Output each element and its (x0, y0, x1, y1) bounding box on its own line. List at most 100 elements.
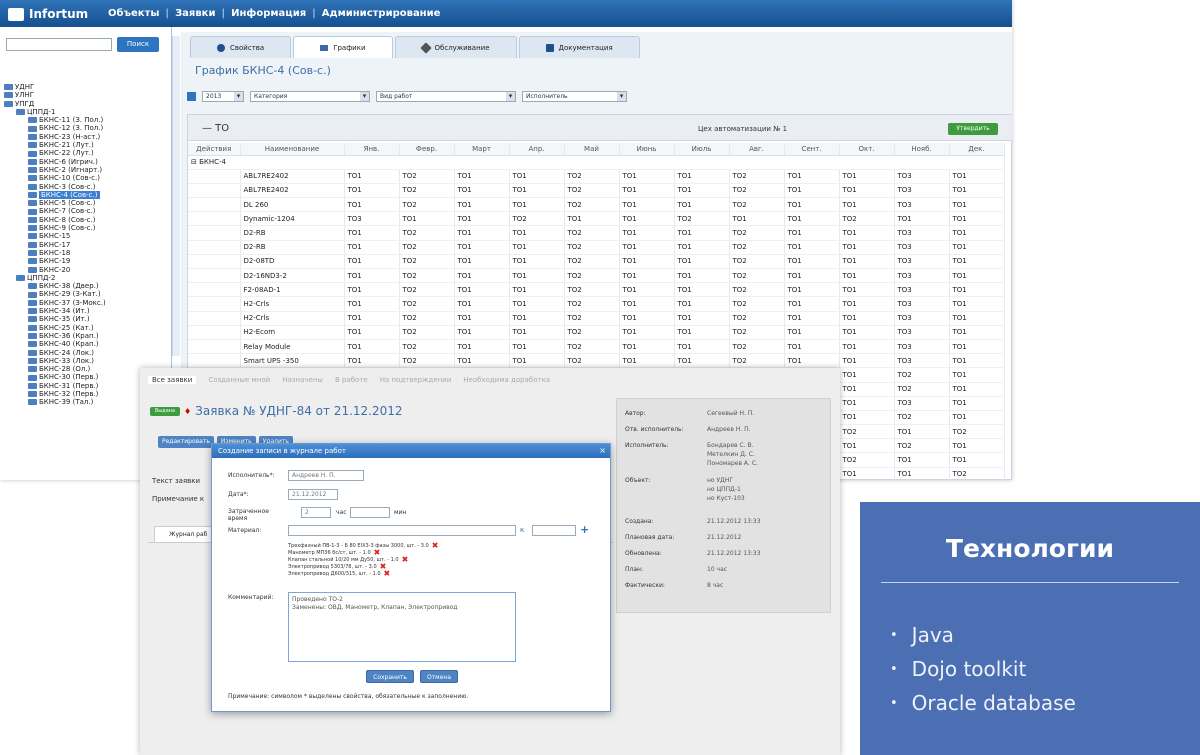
tree-item[interactable]: БКНС-38 (Двер.) (4, 282, 170, 290)
maintenance-cell[interactable]: ТО1 (839, 240, 895, 255)
executor-select[interactable]: Исполнитель (522, 91, 627, 102)
maintenance-cell[interactable]: ТО1 (619, 353, 675, 369)
maintenance-cell[interactable]: ТО1 (949, 367, 1005, 383)
maintenance-cell[interactable]: ТО1 (839, 197, 895, 213)
maintenance-cell[interactable]: ТО3 (894, 396, 950, 411)
maintenance-cell[interactable]: ТО1 (674, 268, 730, 284)
maintenance-cell[interactable]: ТО3 (894, 353, 950, 369)
maintenance-cell[interactable]: ТО1 (454, 268, 510, 284)
hours-field[interactable]: 2 (301, 507, 331, 518)
maintenance-cell[interactable]: ТО1 (509, 296, 565, 312)
maintenance-cell[interactable]: ТО1 (949, 211, 1005, 227)
maintenance-cell[interactable]: ТО2 (399, 311, 455, 326)
maintenance-cell[interactable]: ТО2 (564, 325, 620, 340)
actions-cell[interactable] (188, 197, 241, 213)
actions-cell[interactable] (188, 240, 241, 255)
search-button[interactable]: Поиск (117, 37, 159, 52)
maintenance-cell[interactable]: ТО3 (894, 183, 950, 199)
maintenance-cell[interactable]: ТО2 (399, 197, 455, 213)
table-row[interactable]: D2-RB ТО1 ТО2 ТО1 ТО1 ТО2 ТО1 ТО1 ТО2 ТО1 ТО1 ТО3 ТО… (188, 225, 1005, 241)
maintenance-cell[interactable]: ТО3 (894, 225, 950, 241)
tree-item[interactable]: БКНС-34 (Ит.) (4, 307, 170, 315)
maintenance-cell[interactable]: ТО3 (894, 325, 950, 340)
maintenance-cell[interactable]: ТО2 (399, 169, 455, 184)
maintenance-cell[interactable]: ТО1 (454, 254, 510, 270)
maintenance-cell[interactable]: ТО1 (784, 225, 840, 241)
table-row[interactable]: D2-16ND3-2 ТО1 ТО2 ТО1 ТО1 ТО2 ТО1 ТО1 ТО2 ТО1 ТО1… (188, 268, 1005, 284)
menu-item-admin[interactable]: Администрирование (322, 8, 441, 19)
maintenance-cell[interactable]: ТО1 (894, 452, 950, 468)
tree-item[interactable]: БКНС-21 (Лут.) (4, 141, 170, 149)
maintenance-cell[interactable]: ТО1 (839, 396, 895, 411)
maintenance-cell[interactable]: ТО1 (619, 254, 675, 270)
maintenance-cell[interactable]: ТО1 (619, 197, 675, 213)
remove-icon[interactable]: ✖ (402, 555, 409, 564)
maintenance-cell[interactable]: ТО1 (344, 169, 400, 184)
maintenance-cell[interactable]: ТО2 (564, 339, 620, 355)
maintenance-cell[interactable]: ТО1 (784, 353, 840, 369)
maintenance-cell[interactable]: ТО1 (509, 254, 565, 270)
maintenance-cell[interactable]: ТО2 (894, 438, 950, 454)
tree-item[interactable]: БКНС-19 (4, 257, 170, 265)
maintenance-cell[interactable]: ТО1 (454, 169, 510, 184)
maintenance-cell[interactable]: ТО1 (674, 311, 730, 326)
actions-cell[interactable] (188, 211, 241, 227)
tree-item[interactable]: БКНС-24 (Лок.) (4, 349, 170, 357)
filter-icon[interactable] (187, 92, 196, 101)
maintenance-cell[interactable]: ТО1 (949, 225, 1005, 241)
maintenance-cell[interactable]: ТО1 (454, 353, 510, 369)
column-header[interactable]: Окт. (839, 143, 895, 156)
search-input[interactable] (6, 38, 112, 51)
maintenance-cell[interactable]: ТО1 (674, 197, 730, 213)
tab-all-requests[interactable]: Все заявки (148, 376, 197, 384)
maintenance-cell[interactable]: ТО1 (509, 268, 565, 284)
column-header[interactable]: Дек. (949, 143, 1005, 156)
maintenance-cell[interactable]: ТО1 (674, 353, 730, 369)
maintenance-cell[interactable]: ТО1 (344, 254, 400, 270)
tab-documents[interactable]: Документация (518, 36, 640, 58)
tab-work-journal[interactable]: Журнал раб (154, 526, 214, 542)
maintenance-cell[interactable]: ТО2 (399, 225, 455, 241)
actions-cell[interactable] (188, 296, 241, 312)
table-row[interactable]: D2-RB ТО1 ТО2 ТО1 ТО1 ТО2 ТО1 ТО1 ТО2 ТО1 ТО1 ТО3 ТО… (188, 240, 1005, 255)
maintenance-cell[interactable]: ТО1 (949, 396, 1005, 411)
expand-icon[interactable]: ⊟ (191, 158, 199, 166)
maintenance-cell[interactable]: ТО1 (344, 268, 400, 284)
column-header[interactable]: Авг. (729, 143, 785, 156)
maintenance-cell[interactable]: ТО1 (784, 282, 840, 298)
maintenance-cell[interactable]: ТО1 (784, 296, 840, 312)
tree-item[interactable]: БКНС-17 (4, 241, 170, 249)
maintenance-cell[interactable]: ТО2 (729, 282, 785, 298)
maintenance-cell[interactable]: ТО2 (949, 467, 1005, 480)
maintenance-cell[interactable]: ТО1 (344, 353, 400, 369)
maintenance-cell[interactable]: ТО1 (344, 296, 400, 312)
maintenance-cell[interactable]: ТО2 (509, 211, 565, 227)
maintenance-cell[interactable]: ТО2 (674, 211, 730, 227)
maintenance-cell[interactable]: ТО1 (949, 325, 1005, 340)
maintenance-cell[interactable]: ТО1 (949, 452, 1005, 468)
table-row[interactable]: Smart UPS -350 ТО1 ТО2 ТО1 ТО1 ТО2 ТО1 ТО1 ТО2 ТО… (188, 353, 1005, 369)
actions-cell[interactable] (188, 282, 241, 298)
maintenance-cell[interactable]: ТО3 (894, 197, 950, 213)
maintenance-cell[interactable]: ТО2 (399, 282, 455, 298)
table-row[interactable]: DL 260 ТО1 ТО2 ТО1 ТО1 ТО2 ТО1 ТО1 ТО2 ТО1 ТО1 ТО3 Т… (188, 197, 1005, 213)
maintenance-cell[interactable]: ТО2 (894, 410, 950, 426)
maintenance-cell[interactable]: ТО2 (564, 183, 620, 199)
maintenance-cell[interactable]: ТО2 (399, 240, 455, 255)
maintenance-cell[interactable]: ТО1 (509, 197, 565, 213)
cancel-button[interactable]: Отмена (420, 670, 458, 683)
maintenance-cell[interactable]: ТО2 (399, 325, 455, 340)
maintenance-cell[interactable]: ТО1 (674, 296, 730, 312)
maintenance-cell[interactable]: ТО1 (784, 169, 840, 184)
maintenance-cell[interactable]: ТО2 (399, 339, 455, 355)
maintenance-cell[interactable]: ТО1 (344, 311, 400, 326)
maintenance-cell[interactable]: ТО2 (399, 268, 455, 284)
maintenance-cell[interactable]: ТО3 (894, 339, 950, 355)
maintenance-cell[interactable]: ТО1 (619, 339, 675, 355)
maintenance-cell[interactable]: ТО1 (509, 183, 565, 199)
maintenance-cell[interactable]: ТО2 (399, 183, 455, 199)
tree-item[interactable]: БКНС-15 (4, 232, 170, 240)
tree-item[interactable]: БКНС-10 (Сов-с.) (4, 174, 170, 182)
tab-maintenance[interactable]: Обслуживание (394, 36, 517, 58)
tree-item[interactable]: УДНГ (4, 83, 170, 91)
